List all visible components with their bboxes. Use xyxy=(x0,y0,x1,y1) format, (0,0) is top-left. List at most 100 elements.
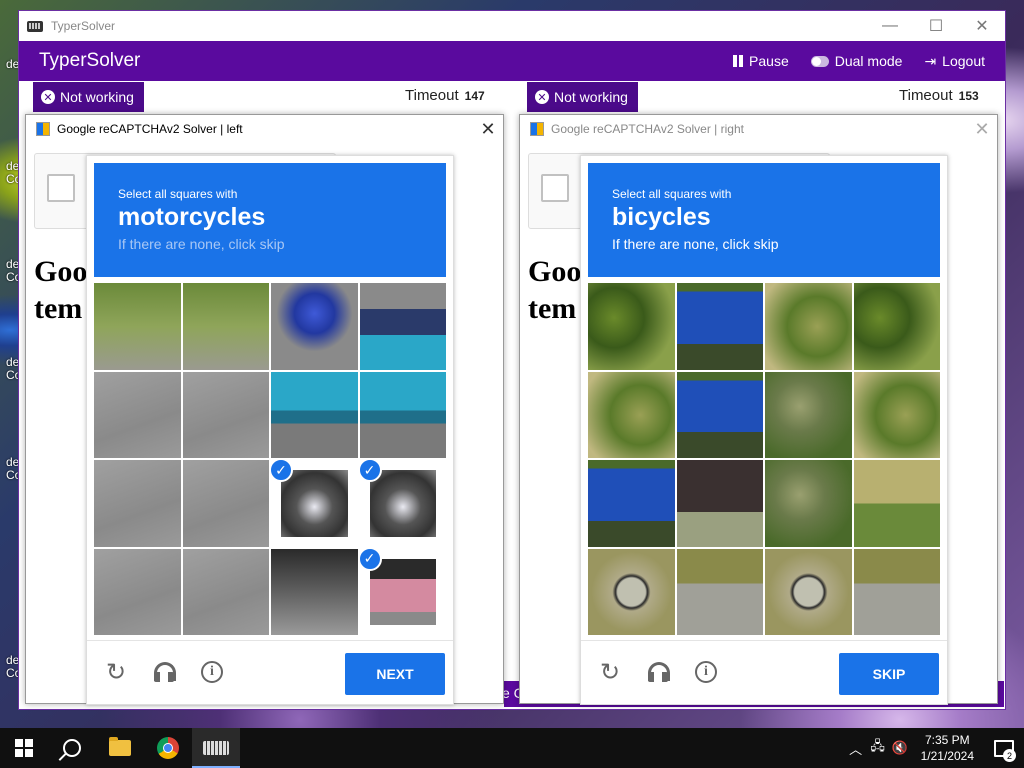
logout-button[interactable]: ⇥ Logout xyxy=(924,53,985,70)
captcha-tile[interactable] xyxy=(182,283,269,370)
left-status-text: Not working xyxy=(60,89,134,105)
left-solver-close-button[interactable]: ✕ xyxy=(473,119,503,140)
captcha-tile[interactable] xyxy=(765,371,852,458)
captcha-tile[interactable] xyxy=(94,548,181,635)
left-status-badge: ✕ Not working xyxy=(33,82,144,112)
error-icon: ✕ xyxy=(535,90,549,104)
heading-line: tem xyxy=(528,292,577,325)
page-heading: Goo tem xyxy=(528,253,588,327)
page-heading: Goo tem xyxy=(34,253,94,327)
heading-line: Goo xyxy=(528,255,582,288)
captcha-tile[interactable] xyxy=(765,548,852,635)
left-solver-window: Google reCAPTCHAv2 Solver | left ✕ Goo t… xyxy=(25,114,504,705)
reload-icon[interactable]: ↻ xyxy=(103,659,129,686)
captcha-tile[interactable] xyxy=(676,283,763,370)
right-solver-close-button[interactable]: ✕ xyxy=(967,119,997,140)
keyboard-icon xyxy=(27,20,43,32)
chrome-button[interactable] xyxy=(144,728,192,768)
dual-mode-toggle[interactable]: Dual mode xyxy=(810,53,903,70)
typersolver-taskbar-button[interactable] xyxy=(192,728,240,768)
captcha-tile[interactable] xyxy=(182,548,269,635)
left-timeout-value: 147 xyxy=(464,89,485,103)
close-button[interactable]: ✕ xyxy=(959,11,1005,41)
captcha-tile[interactable] xyxy=(271,283,358,370)
start-button[interactable] xyxy=(0,728,48,768)
captcha-tile[interactable] xyxy=(359,371,446,458)
right-status-row: ✕ Not working xyxy=(527,81,638,113)
captcha-tile[interactable] xyxy=(676,460,763,547)
audio-challenge-icon[interactable] xyxy=(151,659,177,685)
captcha-tile[interactable] xyxy=(94,460,181,547)
challenge-footer: ↻ i SKIP xyxy=(581,640,947,705)
captcha-tile[interactable] xyxy=(588,460,675,547)
reload-icon[interactable]: ↻ xyxy=(597,659,623,686)
next-button[interactable]: NEXT xyxy=(345,653,445,695)
logout-label: Logout xyxy=(942,53,985,69)
chevron-up-icon[interactable]: ︿ xyxy=(845,739,867,758)
notification-center-button[interactable]: 2 xyxy=(984,728,1024,768)
captcha-tile[interactable] xyxy=(359,283,446,370)
captcha-tile[interactable] xyxy=(853,548,940,635)
captcha-tile[interactable] xyxy=(765,283,852,370)
captcha-challenge: Select all squares with bicycles If ther… xyxy=(580,155,948,705)
captcha-tile[interactable] xyxy=(271,548,358,635)
right-timeout-value: 153 xyxy=(958,89,979,103)
left-status-row: ✕ Not working xyxy=(33,81,144,113)
captcha-tile[interactable] xyxy=(588,371,675,458)
clock[interactable]: 7:35 PM 1/21/2024 xyxy=(911,732,984,764)
right-solver-titlebar[interactable]: Google reCAPTCHAv2 Solver | right ✕ xyxy=(520,115,997,143)
checkmark-icon: ✓ xyxy=(359,460,382,482)
maximize-button[interactable]: ☐ xyxy=(913,11,959,41)
recaptcha-checkbox[interactable] xyxy=(541,174,569,202)
error-icon: ✕ xyxy=(41,90,55,104)
dual-mode-label: Dual mode xyxy=(834,53,903,69)
captcha-tile[interactable] xyxy=(765,460,852,547)
minimize-button[interactable]: — xyxy=(867,11,913,41)
pause-icon xyxy=(733,55,744,67)
clock-time: 7:35 PM xyxy=(924,733,970,747)
prompt-target: motorcycles xyxy=(118,203,266,231)
info-icon[interactable]: i xyxy=(693,659,719,685)
captcha-tile[interactable] xyxy=(271,371,358,458)
pause-button[interactable]: Pause xyxy=(733,53,789,70)
file-explorer-button[interactable] xyxy=(96,728,144,768)
captcha-tile[interactable] xyxy=(853,283,940,370)
taskbar: ︿ 🖧 🔇 7:35 PM 1/21/2024 2 xyxy=(0,728,1024,768)
left-solver-titlebar[interactable]: Google reCAPTCHAv2 Solver | left ✕ xyxy=(26,115,503,143)
captcha-tile[interactable] xyxy=(853,371,940,458)
left-timeout: Timeout 147 xyxy=(405,87,485,104)
captcha-tile[interactable] xyxy=(94,371,181,458)
system-tray: ︿ 🖧 🔇 7:35 PM 1/21/2024 2 xyxy=(845,728,1024,768)
window-titlebar[interactable]: TyperSolver — ☐ ✕ xyxy=(19,11,1005,41)
challenge-footer: ↻ i NEXT xyxy=(87,640,453,705)
app-header: TyperSolver Pause Dual mode ⇥ Logout xyxy=(19,41,1005,81)
captcha-tile[interactable] xyxy=(588,548,675,635)
captcha-tile[interactable] xyxy=(588,283,675,370)
recaptcha-checkbox[interactable] xyxy=(47,174,75,202)
captcha-tile[interactable] xyxy=(676,548,763,635)
app-title: TyperSolver xyxy=(39,50,141,71)
captcha-tile[interactable]: ✓ xyxy=(359,548,447,636)
captcha-tile[interactable]: ✓ xyxy=(359,460,447,547)
pause-label: Pause xyxy=(749,53,789,69)
right-timeout: Timeout 153 xyxy=(899,87,979,104)
network-icon[interactable]: 🖧 xyxy=(867,737,889,759)
toggle-icon xyxy=(810,55,829,67)
captcha-tile[interactable] xyxy=(94,283,181,370)
captcha-tile[interactable]: ✓ xyxy=(271,460,358,547)
checkmark-icon: ✓ xyxy=(359,548,382,571)
captcha-tile[interactable] xyxy=(182,460,269,547)
right-timeout-label: Timeout xyxy=(899,87,953,104)
left-solver-title: Google reCAPTCHAv2 Solver | left xyxy=(57,122,243,136)
notification-count: 2 xyxy=(1003,749,1016,762)
audio-challenge-icon[interactable] xyxy=(645,659,671,685)
volume-muted-icon[interactable]: 🔇 xyxy=(889,740,911,756)
info-icon[interactable]: i xyxy=(199,659,225,685)
search-button[interactable] xyxy=(48,728,96,768)
captcha-tile[interactable] xyxy=(853,460,940,547)
search-icon xyxy=(63,739,81,757)
window-title: TyperSolver xyxy=(51,19,116,33)
skip-button[interactable]: SKIP xyxy=(839,653,939,695)
captcha-tile[interactable] xyxy=(676,371,763,458)
captcha-tile[interactable] xyxy=(182,371,269,458)
